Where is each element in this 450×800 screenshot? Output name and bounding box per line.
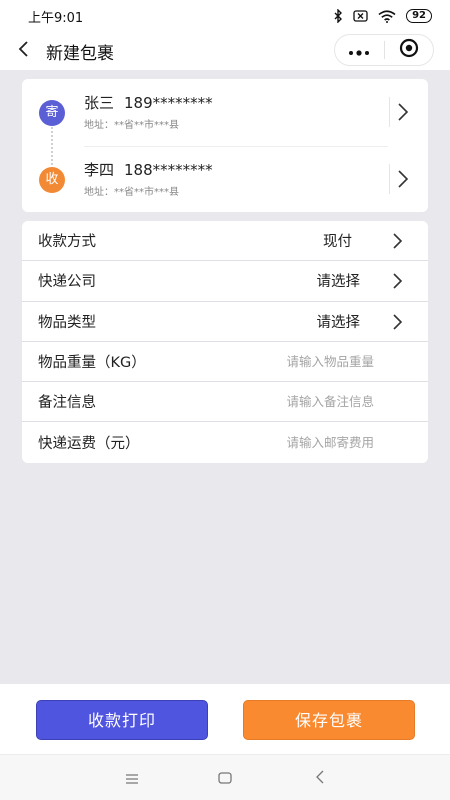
recents-button[interactable] (122, 768, 142, 788)
courier-company-value: 请选择 (316, 274, 361, 291)
receiver-phone: 188******** (124, 161, 213, 179)
shipping-fee-row: 快递运费（元） (22, 422, 428, 462)
sender-name: 张三 (84, 94, 115, 112)
collect-and-print-button[interactable]: 收款打印 (36, 700, 208, 740)
sender-address: 地址：**省**市***县 (84, 120, 179, 131)
menu-lines-icon (125, 769, 139, 788)
more-menu-button[interactable] (335, 35, 384, 65)
target-circle-icon (399, 38, 419, 62)
sim-off-icon (353, 10, 368, 22)
divider (389, 164, 390, 194)
more-dots-icon (348, 41, 370, 60)
home-button[interactable] (215, 768, 235, 788)
item-weight-row: 物品重量（KG） (22, 342, 428, 383)
item-type-label: 物品类型 (38, 314, 96, 331)
receiver-badge: 收 (39, 167, 65, 193)
bottom-action-bar: 收款打印 保存包裹 (0, 684, 450, 754)
address-card: 寄 张三 189******** 地址：**省**市***县 收 李四 188***… (22, 79, 428, 212)
nav-bar: 新建包裹 (0, 32, 450, 70)
status-icons: 92 (334, 9, 432, 23)
payment-method-row[interactable]: 收款方式 现付 (22, 221, 428, 262)
system-nav-bar (0, 754, 450, 800)
item-type-row[interactable]: 物品类型 请选择 (22, 302, 428, 342)
status-bar: 上午9:01 92 (0, 0, 450, 32)
home-square-icon (218, 769, 232, 788)
receiver-name-line: 李四 188******** (84, 159, 213, 180)
chevron-right-icon[interactable] (396, 101, 410, 123)
save-parcel-button[interactable]: 保存包裹 (243, 700, 415, 740)
shipping-fee-input[interactable] (224, 435, 374, 451)
sender-phone: 189******** (124, 94, 213, 112)
item-weight-input[interactable] (224, 354, 374, 370)
chevron-left-icon (17, 40, 29, 62)
chevron-right-icon (392, 312, 404, 332)
status-time: 上午9:01 (28, 10, 84, 26)
chevron-right-icon (392, 271, 404, 291)
mini-program-capsule (334, 34, 434, 66)
divider (84, 146, 388, 147)
receiver-name: 李四 (84, 161, 115, 179)
payment-method-value: 现付 (323, 234, 352, 251)
courier-company-label: 快递公司 (38, 274, 96, 291)
item-type-value: 请选择 (316, 314, 361, 331)
courier-company-row[interactable]: 快递公司 请选择 (22, 261, 428, 302)
sender-badge: 寄 (39, 100, 65, 126)
back-triangle-icon (315, 769, 325, 788)
remark-input[interactable] (224, 394, 374, 410)
parcel-form: 收款方式 现付 快递公司 请选择 物品类型 请选择 物品重量（KG） 备注信息 … (22, 221, 428, 463)
remark-row: 备注信息 (22, 382, 428, 423)
bluetooth-icon (334, 9, 343, 23)
sender-name-line: 张三 189******** (84, 92, 213, 113)
divider (389, 97, 390, 127)
receiver-row[interactable]: 收 李四 188******** 地址：**省**市***县 (22, 156, 428, 212)
sender-row[interactable]: 寄 张三 189******** 地址：**省**市***县 (22, 89, 428, 145)
payment-method-label: 收款方式 (38, 234, 96, 251)
battery-indicator: 92 (406, 9, 432, 23)
close-mini-program-button[interactable] (385, 35, 434, 65)
back-button[interactable] (0, 32, 46, 70)
system-back-button[interactable] (310, 768, 330, 788)
chevron-right-icon[interactable] (396, 168, 410, 190)
chevron-right-icon (392, 231, 404, 251)
wifi-icon (378, 9, 396, 23)
receiver-address: 地址：**省**市***县 (84, 187, 179, 198)
